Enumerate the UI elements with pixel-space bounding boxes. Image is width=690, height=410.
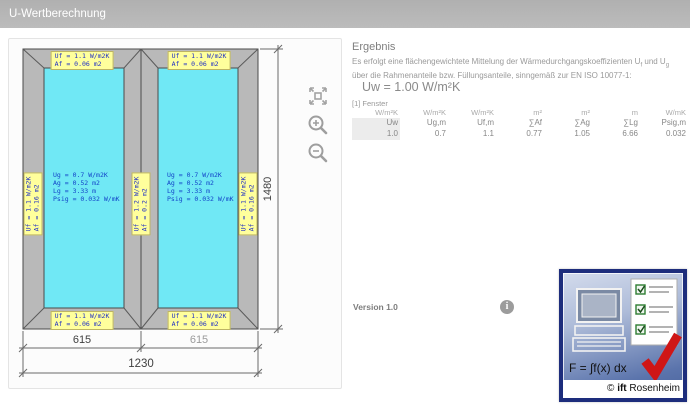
- logo-copyright: © ift Rosenheim: [563, 380, 683, 398]
- description-text: Es erfolgt eine flächengewichtete Mittel…: [352, 57, 640, 66]
- unit-cell: m²: [544, 108, 592, 118]
- glass-values-left: Ug = 0.7 W/m2K Ag = 0.52 m2 Lg = 3.33 m …: [53, 171, 120, 203]
- brand-name: ift: [617, 383, 626, 394]
- frame-uf-label-right: Uf = 1.1 W/m2K Af = 0.16 m2: [239, 173, 258, 236]
- table-column-psigm: W/mK Psig,m 0.032: [640, 108, 688, 140]
- glass-values-right: Ug = 0.7 W/m2K Ag = 0.52 m2 Lg = 3.33 m …: [167, 171, 234, 203]
- window-drawing: [9, 39, 341, 388]
- result-heading: Ergebnis: [352, 41, 395, 53]
- zoom-in-button[interactable]: [305, 113, 331, 139]
- zoom-out-icon: [306, 141, 330, 165]
- value-cell: 1.1: [448, 129, 496, 140]
- frame-uf-label-middle: Uf = 1.2 W/m2K Af = 0.2 m2: [132, 173, 151, 236]
- page-title: U-Wertberechnung: [9, 8, 106, 20]
- expand-icon: [306, 84, 330, 108]
- label-cell: ∑Af: [496, 118, 544, 129]
- value-cell: 1.05: [544, 129, 592, 140]
- frame-uf-label-bottom-right: Uf = 1.1 W/m2K Af = 0.06 m2: [168, 311, 231, 330]
- frame-uf-label-top-left: Uf = 1.1 W/m2K Af = 0.06 m2: [51, 51, 114, 70]
- table-column-sum-ag: m² ∑Ag 1.05: [544, 108, 592, 140]
- red-checkmark-icon: [640, 331, 682, 381]
- unit-cell: W/m²K: [352, 108, 400, 118]
- value-cell: 0.032: [640, 129, 688, 140]
- value-cell: 6.66: [592, 129, 640, 140]
- value-cell: 1.0: [352, 129, 400, 140]
- dim-width-total: 1230: [128, 358, 154, 370]
- table-caption: [1] Fenster: [352, 99, 388, 108]
- info-button[interactable]: i: [500, 300, 514, 314]
- label-cell: ∑Ag: [544, 118, 592, 129]
- ift-rosenheim-logo: F = ∫f(x) dx © ift Rosenheim: [559, 269, 687, 402]
- value-cell: 0.7: [400, 129, 448, 140]
- zoom-out-button[interactable]: [305, 141, 331, 167]
- label-cell: Psig,m: [640, 118, 688, 129]
- unit-cell: W/m²K: [400, 108, 448, 118]
- unit-cell: W/mK: [640, 108, 688, 118]
- result-description: Es erfolgt eine flächengewichtete Mittel…: [352, 57, 684, 81]
- label-cell: ∑Lg: [592, 118, 640, 129]
- copyright-symbol: ©: [607, 383, 617, 394]
- formula-text: F = ∫f(x) dx: [569, 361, 627, 375]
- unit-cell: m²: [496, 108, 544, 118]
- unit-cell: m: [592, 108, 640, 118]
- window-diagram-panel: Uf = 1.1 W/m2K Af = 0.06 m2 Uf = 1.1 W/m…: [8, 38, 342, 389]
- frame-uf-label-bottom-left: Uf = 1.1 W/m2K Af = 0.06 m2: [51, 311, 114, 330]
- table-column-ugm: W/m²K Ug,m 0.7: [400, 108, 448, 140]
- description-text: und U: [642, 57, 666, 66]
- brand-suffix: Rosenheim: [627, 383, 680, 394]
- label-cell: Uw: [352, 118, 400, 129]
- frame-uf-label-left: Uf = 1.1 W/m2K Af = 0.16 m2: [24, 173, 43, 236]
- fit-view-button[interactable]: [305, 84, 331, 110]
- label-cell: Uf,m: [448, 118, 496, 129]
- description-text: über die Rahmenanteile bzw. Füllungsante…: [352, 71, 632, 80]
- table-column-uw: W/m²K Uw 1.0: [352, 108, 400, 140]
- subscript-g: g: [666, 63, 669, 69]
- zoom-in-icon: [306, 113, 330, 137]
- title-bar: U-Wertberechnung: [0, 0, 690, 28]
- uw-result-value: Uw = 1.00 W/m²K: [362, 80, 460, 94]
- label-cell: Ug,m: [400, 118, 448, 129]
- version-label: Version 1.0: [353, 302, 398, 312]
- table-column-sum-lg: m ∑Lg 6.66: [592, 108, 640, 140]
- dim-width-left: 615: [73, 334, 91, 346]
- info-icon: i: [506, 301, 509, 312]
- dim-width-right: 615: [190, 334, 208, 346]
- unit-cell: W/m²K: [448, 108, 496, 118]
- table-column-ufm: W/m²K Uf,m 1.1: [448, 108, 496, 140]
- computer-icon: [573, 289, 625, 351]
- table-column-sum-af: m² ∑Af 0.77: [496, 108, 544, 140]
- dim-height: 1480: [262, 177, 274, 201]
- result-table: W/m²K Uw 1.0 W/m²K Ug,m 0.7 W/m²K Uf,m 1…: [352, 108, 688, 140]
- frame-uf-label-top-right: Uf = 1.1 W/m2K Af = 0.06 m2: [168, 51, 231, 70]
- value-cell: 0.77: [496, 129, 544, 140]
